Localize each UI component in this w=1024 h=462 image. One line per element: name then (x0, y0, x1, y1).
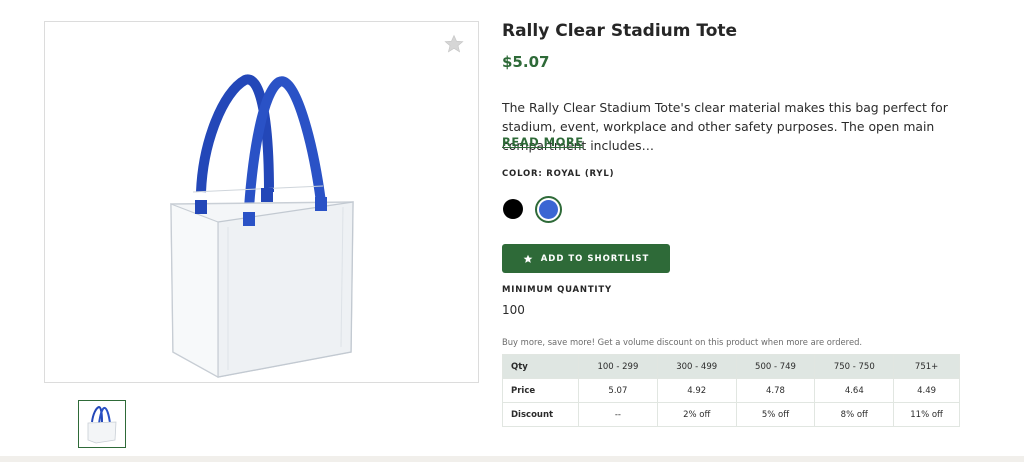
minimum-quantity-label: MINIMUM QUANTITY (502, 285, 612, 295)
table-cell: 11% off (893, 402, 960, 427)
color-swatch-royal-fill (539, 200, 558, 219)
header-tier: 300 - 499 (656, 354, 737, 379)
read-more-link[interactable]: READ MORE (502, 135, 584, 149)
table-cell: 4.92 (656, 378, 737, 403)
table-cell: 4.78 (735, 378, 816, 403)
pricing-header-row: Qty 100 - 299 300 - 499 500 - 749 750 - … (502, 354, 960, 379)
table-row-price: Price 5.07 4.92 4.78 4.64 4.49 (502, 378, 960, 403)
product-image (163, 52, 363, 386)
add-to-shortlist-label: ADD TO SHORTLIST (540, 253, 650, 264)
color-swatch-royal[interactable] (535, 196, 562, 223)
header-qty: Qty (502, 354, 579, 379)
table-cell: 5% off (735, 402, 816, 427)
add-to-shortlist-button[interactable]: ADD TO SHORTLIST (502, 244, 670, 273)
minimum-quantity-value: 100 (502, 303, 525, 317)
table-cell: 8% off (814, 402, 895, 427)
table-cell: 5.07 (578, 378, 658, 403)
color-swatch-black[interactable] (503, 199, 523, 219)
table-cell: 2% off (656, 402, 737, 427)
table-cell: 4.49 (893, 378, 960, 403)
table-row-discount: Discount -- 2% off 5% off 8% off 11% off (502, 402, 960, 427)
pricing-table: Qty 100 - 299 300 - 499 500 - 749 750 - … (502, 354, 960, 427)
footer-band (0, 456, 1024, 462)
header-tier: 100 - 299 (578, 354, 658, 379)
star-icon (523, 254, 533, 263)
product-price: $5.07 (502, 53, 550, 71)
product-thumbnail[interactable] (78, 400, 126, 448)
favorite-star-icon[interactable] (444, 34, 464, 54)
product-image-frame (44, 21, 479, 383)
row-label: Discount (502, 402, 579, 427)
row-label: Price (502, 378, 579, 403)
table-cell: -- (578, 402, 658, 427)
header-tier: 751+ (893, 354, 960, 379)
color-label: COLOR: ROYAL (RYL) (502, 169, 615, 179)
header-tier: 750 - 750 (814, 354, 895, 379)
product-title: Rally Clear Stadium Tote (502, 21, 738, 41)
header-tier: 500 - 749 (735, 354, 816, 379)
table-cell: 4.64 (814, 378, 895, 403)
volume-discount-note: Buy more, save more! Get a volume discou… (502, 337, 863, 347)
